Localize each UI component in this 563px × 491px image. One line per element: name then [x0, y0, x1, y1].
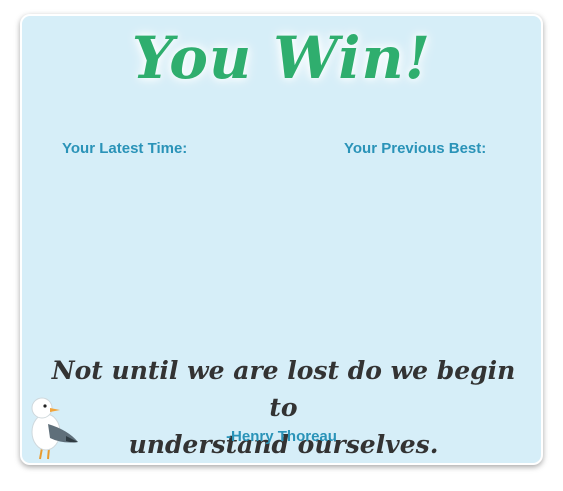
win-panel: You Win! Your Latest Time: Your Previous… — [20, 14, 543, 465]
quote-line-1: Not until we are lost do we begin to — [51, 356, 516, 422]
latest-time-label: Your Latest Time: — [62, 140, 188, 157]
quote-text: Not until we are lost do we begin to und… — [42, 352, 525, 463]
quote-author: -Henry Thoreau — [226, 428, 337, 445]
win-title: You Win! — [131, 24, 432, 92]
previous-best-label: Your Previous Best: — [344, 140, 487, 157]
seagull-icon — [31, 397, 78, 460]
